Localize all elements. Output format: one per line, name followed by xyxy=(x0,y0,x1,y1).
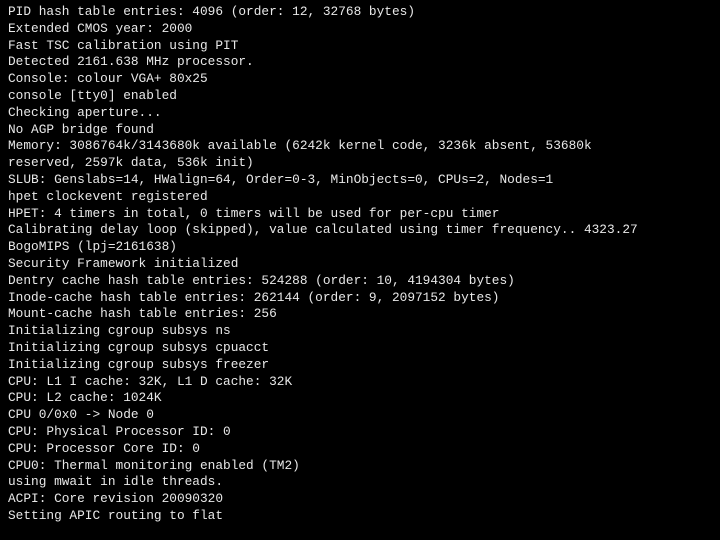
console-line: Extended CMOS year: 2000 xyxy=(8,20,193,36)
console-line: Calibrating delay loop (skipped), value … xyxy=(8,222,638,238)
console-line: Security Framework initialized xyxy=(8,255,239,271)
boot-console: PID hash table entries: 4096 (order: 12,… xyxy=(0,0,720,540)
console-line: Console: colour VGA+ 80x25 xyxy=(8,71,208,87)
console-line: Initializing cgroup subsys ns xyxy=(8,323,231,339)
console-line: Initializing cgroup subsys cpuacct xyxy=(8,339,270,355)
console-line: CPU0: Thermal monitoring enabled (TM2) xyxy=(8,457,300,473)
console-line: Mount-cache hash table entries: 256 xyxy=(8,306,277,322)
console-line: CPU: L2 cache: 1024K xyxy=(8,390,162,406)
console-line: PID hash table entries: 4096 (order: 12,… xyxy=(8,4,416,19)
console-line: Memory: 3086764k/3143680k available (624… xyxy=(8,138,592,154)
console-line: CPU: L1 I cache: 32K, L1 D cache: 32K xyxy=(8,373,293,389)
console-line: Fast TSC calibration using PIT xyxy=(8,37,239,53)
console-line: Checking aperture... xyxy=(8,104,162,120)
console-line: SLUB: Genslabs=14, HWalign=64, Order=0-3… xyxy=(8,171,554,187)
console-line: HPET: 4 timers in total, 0 timers will b… xyxy=(8,205,500,221)
console-line: BogoMIPS (lpj=2161638) xyxy=(8,239,177,255)
console-line: reserved, 2597k data, 536k init) xyxy=(8,155,254,171)
console-line: Detected 2161.638 MHz processor. xyxy=(8,54,254,70)
console-line: Initializing cgroup subsys freezer xyxy=(8,356,270,372)
console-line: Dentry cache hash table entries: 524288 … xyxy=(8,272,515,288)
console-line: ACPI: Core revision 20090320 xyxy=(8,491,224,507)
console-line: CPU: Physical Processor ID: 0 xyxy=(8,423,231,439)
console-line: Setting APIC routing to flat xyxy=(8,507,224,523)
console-line: console [tty0] enabled xyxy=(8,87,177,103)
console-line: hpet clockevent registered xyxy=(8,188,208,204)
console-line: CPU: Processor Core ID: 0 xyxy=(8,440,200,456)
console-line: Inode-cache hash table entries: 262144 (… xyxy=(8,289,500,305)
console-line: No AGP bridge found xyxy=(8,121,154,137)
console-line: using mwait in idle threads. xyxy=(8,474,224,490)
console-line: CPU 0/0x0 -> Node 0 xyxy=(8,407,154,423)
